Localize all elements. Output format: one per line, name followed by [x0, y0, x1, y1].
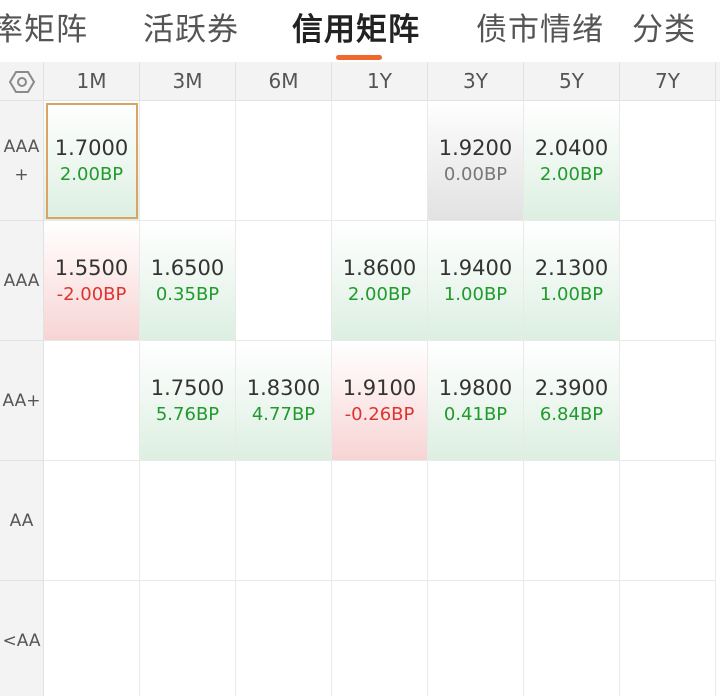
row-label: AA+	[0, 341, 44, 461]
yield-value: 1.5500	[54, 255, 129, 280]
column-header-1m[interactable]: 1M	[44, 62, 140, 101]
row-label: <AA	[0, 581, 44, 696]
matrix-cell[interactable]: 1.7000 2.00BP	[44, 101, 140, 221]
empty-cell	[524, 461, 620, 581]
matrix-cell[interactable]: 1.9400 1.00BP	[428, 221, 524, 341]
yield-value: 1.8300	[246, 375, 321, 400]
matrix-cell[interactable]: 1.7500 5.76BP	[140, 341, 236, 461]
bp-change: 0.41BP	[443, 403, 508, 425]
yield-value: 1.9400	[438, 255, 513, 280]
bp-change: 6.84BP	[539, 403, 604, 425]
empty-cell	[332, 461, 428, 581]
column-header-7y[interactable]: 7Y	[620, 62, 716, 101]
bp-change: 0.00BP	[443, 163, 508, 185]
row-label: AA	[0, 461, 44, 581]
bp-change: -0.26BP	[344, 403, 415, 425]
empty-cell	[620, 461, 716, 581]
column-header-3y[interactable]: 3Y	[428, 62, 524, 101]
empty-cell	[44, 341, 140, 461]
yield-value: 2.0400	[534, 135, 609, 160]
empty-cell	[140, 461, 236, 581]
matrix-cell[interactable]: 1.9100 -0.26BP	[332, 341, 428, 461]
matrix-cell[interactable]: 2.1300 1.00BP	[524, 221, 620, 341]
bp-change: 1.00BP	[443, 283, 508, 305]
matrix-cell[interactable]: 1.6500 0.35BP	[140, 221, 236, 341]
bp-change: 4.77BP	[251, 403, 316, 425]
row-label: AAA +	[0, 101, 44, 221]
column-header-1y[interactable]: 1Y	[332, 62, 428, 101]
header-row: 1M 3M 6M 1Y 3Y 5Y 7Y	[0, 62, 720, 101]
matrix-cell[interactable]: 1.9200 0.00BP	[428, 101, 524, 221]
bp-change: 0.35BP	[155, 283, 220, 305]
yield-value: 1.8600	[342, 255, 417, 280]
empty-cell	[332, 101, 428, 221]
bp-change: 2.00BP	[539, 163, 604, 185]
yield-value: 1.9100	[342, 375, 417, 400]
yield-value: 1.9800	[438, 375, 513, 400]
matrix-cell[interactable]: 2.0400 2.00BP	[524, 101, 620, 221]
empty-cell	[236, 221, 332, 341]
matrix-cell[interactable]: 1.9800 0.41BP	[428, 341, 524, 461]
empty-cell	[620, 221, 716, 341]
column-header-5y[interactable]: 5Y	[524, 62, 620, 101]
bp-change: 5.76BP	[155, 403, 220, 425]
bp-change: 2.00BP	[59, 163, 124, 185]
yield-value: 1.9200	[438, 135, 513, 160]
empty-cell	[332, 581, 428, 696]
row-label: AAA	[0, 221, 44, 341]
matrix-cell[interactable]: 1.5500 -2.00BP	[44, 221, 140, 341]
empty-cell	[236, 461, 332, 581]
empty-cell	[428, 581, 524, 696]
tab-bar: 率矩阵 活跃券 信用矩阵 债市情绪 分类	[0, 0, 720, 62]
settings-hex-icon[interactable]	[0, 62, 44, 101]
empty-cell	[44, 461, 140, 581]
tab-rate-matrix[interactable]: 率矩阵	[0, 8, 88, 52]
matrix-cell[interactable]: 1.8600 2.00BP	[332, 221, 428, 341]
tab-credit-matrix[interactable]: 信用矩阵	[292, 8, 420, 52]
credit-matrix-table: 1M 3M 6M 1Y 3Y 5Y 7Y AAA + 1.7000 2.00BP 1.9200 0.…	[0, 62, 720, 696]
tab-bond-sentiment[interactable]: 债市情绪	[476, 8, 604, 52]
tab-category[interactable]: 分类	[632, 8, 696, 52]
empty-cell	[620, 341, 716, 461]
empty-cell	[236, 101, 332, 221]
bp-change: -2.00BP	[56, 283, 127, 305]
column-header-6m[interactable]: 6M	[236, 62, 332, 101]
empty-cell	[524, 581, 620, 696]
column-header-3m[interactable]: 3M	[140, 62, 236, 101]
yield-value: 2.3900	[534, 375, 609, 400]
empty-cell	[428, 461, 524, 581]
yield-value: 1.7500	[150, 375, 225, 400]
tab-active-bonds[interactable]: 活跃券	[143, 8, 239, 52]
matrix-cell[interactable]: 2.3900 6.84BP	[524, 341, 620, 461]
empty-cell	[236, 581, 332, 696]
active-tab-indicator	[336, 55, 382, 60]
empty-cell	[140, 101, 236, 221]
matrix-cell[interactable]: 1.8300 4.77BP	[236, 341, 332, 461]
empty-cell	[44, 581, 140, 696]
empty-cell	[140, 581, 236, 696]
bp-change: 1.00BP	[539, 283, 604, 305]
bp-change: 2.00BP	[347, 283, 412, 305]
yield-value: 2.1300	[534, 255, 609, 280]
empty-cell	[620, 101, 716, 221]
yield-value: 1.7000	[54, 135, 129, 160]
yield-value: 1.6500	[150, 255, 225, 280]
empty-cell	[620, 581, 716, 696]
